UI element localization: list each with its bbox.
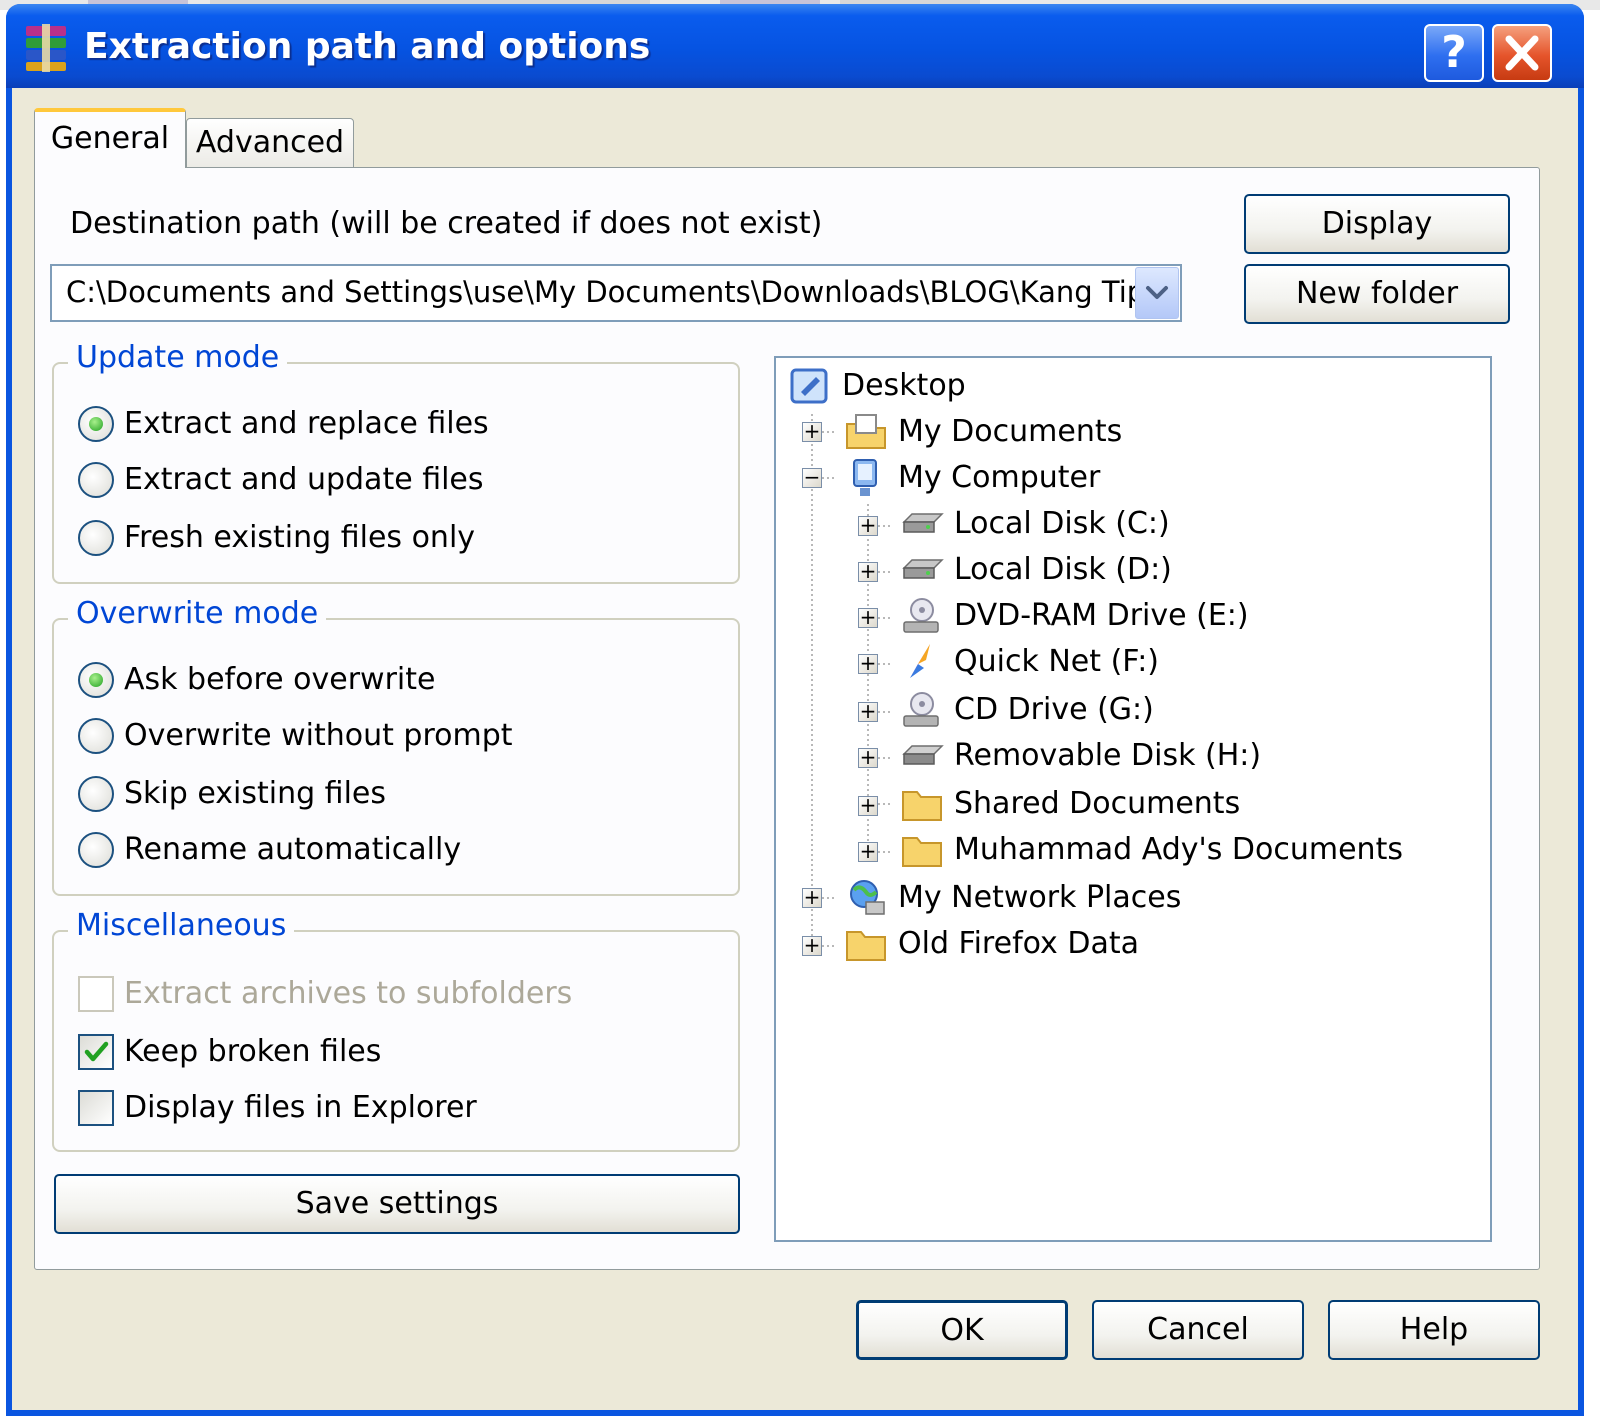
folder-icon [846,931,886,961]
ok-button[interactable]: OK [856,1300,1068,1360]
display-button[interactable]: Display [1244,194,1510,254]
radio-label[interactable]: Extract and replace files [124,402,489,446]
tree-item-label[interactable]: My Documents [898,412,1122,452]
tree-item-label[interactable]: Removable Disk (H:) [954,736,1261,776]
radio-label[interactable]: Ask before overwrite [124,658,435,702]
tree-item-label[interactable]: My Network Places [898,878,1181,918]
chevron-down-icon [1146,286,1168,299]
hard-drive-icon [902,513,944,533]
destination-path-combobox[interactable]: C:\Documents and Settings\use\My Documen… [50,264,1182,322]
close-button[interactable] [1492,24,1552,82]
update-mode-legend: Update mode [68,340,288,375]
radio-button[interactable] [78,832,114,868]
tree-item-label[interactable]: DVD-RAM Drive (E:) [954,596,1249,636]
network-places-icon [850,880,885,915]
dvd-drive-icon [903,598,939,633]
tree-item-label[interactable]: Desktop [842,366,966,406]
desktop-icon [790,368,828,404]
expand-toggle[interactable]: + [858,607,878,628]
radio-button[interactable] [78,718,114,754]
tree-item-label[interactable]: Old Firefox Data [898,924,1139,964]
window-title: Extraction path and options [84,26,651,67]
checkbox[interactable] [78,1034,114,1070]
destination-dropdown-button[interactable] [1135,267,1179,319]
expand-toggle[interactable]: + [858,515,878,536]
my-documents-icon [846,414,886,449]
tree-item-label[interactable]: Muhammad Ady's Documents [954,830,1403,870]
expand-toggle[interactable]: + [858,795,878,816]
hard-drive-icon [902,559,944,579]
checkbox-label[interactable]: Keep broken files [124,1030,381,1074]
expand-toggle[interactable]: + [858,653,878,674]
radio-button[interactable] [78,776,114,812]
collapse-toggle[interactable]: − [802,467,822,488]
tree-item-label[interactable]: CD Drive (G:) [954,690,1154,730]
expand-toggle[interactable]: + [858,561,878,582]
checkbox-label[interactable]: Display files in Explorer [124,1086,477,1130]
miscellaneous-legend: Miscellaneous [68,908,295,943]
close-icon [1505,35,1539,71]
expand-toggle[interactable]: + [802,935,822,956]
quick-net-icon [910,644,930,678]
tree-item-label[interactable]: Quick Net (F:) [954,642,1159,682]
tree-item-label[interactable]: Shared Documents [954,784,1240,824]
expand-toggle[interactable]: + [802,421,822,442]
expand-toggle[interactable]: + [858,701,878,722]
radio-selected-dot [89,673,103,687]
tree-item-label[interactable]: Local Disk (D:) [954,550,1172,590]
radio-selected-dot [89,417,103,431]
expand-toggle[interactable]: + [858,747,878,768]
save-settings-button[interactable]: Save settings [54,1174,740,1234]
extraction-dialog: Extraction path and options ? General Ad… [6,4,1584,1416]
radio-label[interactable]: Overwrite without prompt [124,714,513,758]
destination-path-value[interactable]: C:\Documents and Settings\use\My Documen… [66,275,1160,309]
cd-drive-icon [903,692,939,727]
radio-button[interactable] [78,662,114,698]
checkbox-label: Extract archives to subfolders [124,976,573,1011]
my-computer-icon [853,459,877,496]
checkmark-icon [84,1041,109,1062]
radio-label[interactable]: Extract and update files [124,458,484,502]
winrar-books-icon [26,24,66,72]
tree-item-label[interactable]: My Computer [898,458,1100,498]
dialog-client-area: General Advanced Destination path (will … [12,88,1578,1410]
radio-label[interactable]: Fresh existing files only [124,516,475,560]
tree-item-label[interactable]: Local Disk (C:) [954,504,1170,544]
radio-button[interactable] [78,520,114,556]
help-button[interactable]: Help [1328,1300,1540,1360]
expand-toggle[interactable]: + [858,841,878,862]
overwrite-mode-legend: Overwrite mode [68,596,327,631]
folder-icon [902,791,942,821]
folder-tree[interactable]: Desktop My Documents + My Computer − Loc… [774,356,1492,1242]
checkbox [78,976,114,1012]
help-titlebar-button[interactable]: ? [1424,24,1484,82]
radio-button[interactable] [78,406,114,442]
folder-icon [902,837,942,867]
expand-toggle[interactable]: + [802,887,822,908]
cancel-button[interactable]: Cancel [1092,1300,1304,1360]
checkbox[interactable] [78,1090,114,1126]
tab-advanced[interactable]: Advanced [186,118,354,168]
new-folder-button[interactable]: New folder [1244,264,1510,324]
radio-label[interactable]: Skip existing files [124,772,386,816]
title-bar[interactable]: Extraction path and options ? [6,4,1584,88]
destination-path-label: Destination path (will be created if doe… [70,206,823,241]
tab-general[interactable]: General [34,108,186,168]
removable-disk-icon [902,745,944,765]
radio-label[interactable]: Rename automatically [124,828,461,872]
radio-button[interactable] [78,462,114,498]
